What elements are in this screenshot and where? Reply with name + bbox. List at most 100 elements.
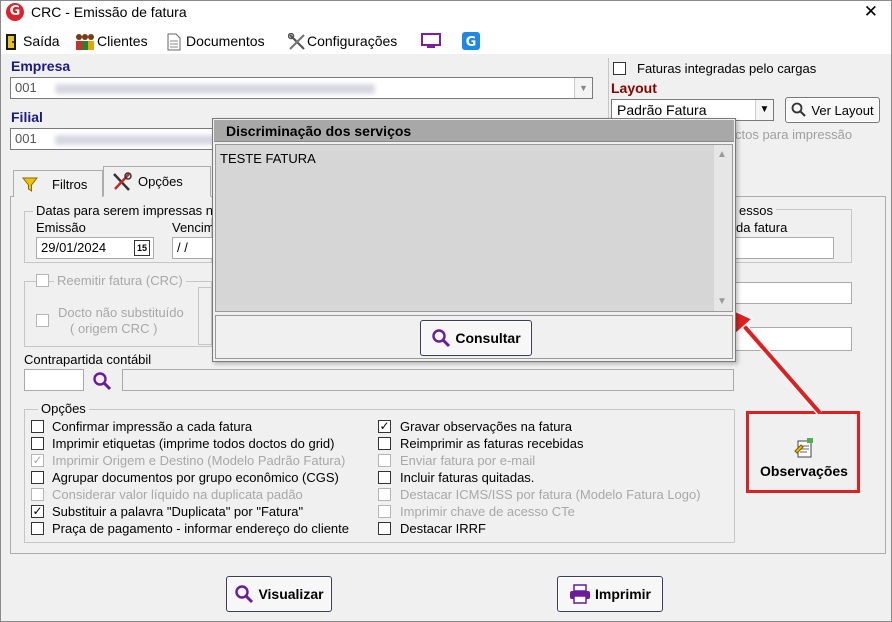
menu-configuracoes[interactable]: Configurações — [287, 31, 397, 51]
window-title: CRC - Emissão de fatura — [31, 4, 187, 20]
consultar-button[interactable]: Consultar — [420, 320, 532, 356]
opt-left-0-label: Confirmar impressão a cada fatura — [52, 419, 253, 434]
contrapartida-description — [122, 369, 734, 391]
opt-left-1-label: Imprimir etiquetas (imprime todos doctos… — [52, 436, 335, 451]
menu-saida-label: Saída — [23, 33, 60, 49]
arrow-annotation — [724, 305, 823, 416]
printer-icon — [569, 584, 590, 604]
app-logo-icon: G — [6, 3, 24, 21]
observacoes-label: Observações — [760, 463, 848, 479]
opt-left-1-checkbox[interactable] — [31, 437, 44, 450]
empresa-name-redacted — [55, 84, 375, 94]
opt-right-5-checkbox[interactable] — [378, 505, 391, 518]
reemitir-subgroup — [198, 287, 212, 345]
app-g-icon[interactable]: G — [462, 31, 480, 51]
opt-left-5-checkbox[interactable]: ✓ — [31, 505, 44, 518]
contrapartida-label: Contrapartida contábil — [24, 352, 152, 367]
visualizar-button[interactable]: Visualizar — [226, 576, 332, 612]
imprimir-label: Imprimir — [594, 586, 651, 602]
discriminacao-text: TESTE FATURA — [220, 151, 316, 166]
ver-layout-label: Ver Layout — [811, 102, 874, 118]
opt-right-2-checkbox[interactable] — [378, 454, 391, 467]
vencimento-value: / / — [177, 240, 188, 255]
faturas-integradas-checkbox[interactable] — [613, 62, 626, 75]
opt-right-4-label: Destacar ICMS/ISS por fatura (Modelo Fat… — [400, 487, 701, 502]
visualizar-label: Visualizar — [258, 586, 324, 602]
opt-left-6-label: Praça de pagamento - informar endereço d… — [52, 521, 350, 536]
svg-text:G: G — [466, 35, 477, 50]
layout-hidden-text: ctos para impressão — [735, 127, 853, 142]
processos-group-title: essos — [736, 203, 776, 218]
tab-opcoes[interactable]: Opções — [103, 166, 211, 197]
docto-line1: Docto não substituído — [58, 305, 184, 320]
menu-clientes[interactable]: Clientes — [74, 31, 148, 51]
docto-line2: ( origem CRC ) — [70, 321, 158, 336]
chevron-down-icon[interactable]: ▼ — [574, 78, 592, 98]
opt-left-6-checkbox[interactable] — [31, 522, 44, 535]
menu-documentos[interactable]: Documentos — [167, 31, 265, 51]
filial-code: 001 — [15, 131, 37, 146]
faturas-integradas-label: Faturas integradas pelo cargas — [637, 61, 817, 76]
vencimento-label: Vencim — [172, 220, 215, 235]
opt-left-2-label: Imprimir Origem e Destino (Modelo Padrão… — [52, 453, 346, 468]
consultar-label: Consultar — [455, 330, 521, 346]
reemitir-label: Reemitir fatura (CRC) — [54, 273, 186, 288]
opt-left-4-checkbox[interactable] — [31, 488, 44, 501]
notes-icon — [794, 438, 813, 458]
ver-layout-button[interactable]: Ver Layout — [785, 97, 880, 123]
scroll-up-icon[interactable]: ▲ — [717, 149, 727, 160]
contrapartida-code-input[interactable] — [24, 369, 84, 391]
close-icon[interactable]: ✕ — [864, 2, 878, 22]
opt-right-2-label: Enviar fatura por e-mail — [400, 453, 536, 468]
opt-right-3-checkbox[interactable] — [378, 471, 391, 484]
opt-left-3-checkbox[interactable] — [31, 471, 44, 484]
docto-nao-substituido-checkbox[interactable] — [36, 314, 49, 327]
opt-left-3-label: Agrupar documentos por grupo econômico (… — [52, 470, 339, 485]
layout-value: Padrão Fatura — [617, 102, 707, 118]
empresa-label: Empresa — [11, 58, 71, 74]
search-icon — [432, 329, 451, 348]
opcoes-group-title: Opções — [38, 401, 89, 416]
opt-right-0-label: Gravar observações na fatura — [400, 419, 572, 434]
tab-filtros[interactable]: Filtros — [13, 170, 103, 197]
menu-bar: Saída Clientes Documentos Configurações … — [0, 26, 892, 54]
calendar-icon[interactable]: 15 — [134, 240, 150, 256]
opt-left-0-checkbox[interactable] — [31, 420, 44, 433]
menu-saida[interactable]: Saída — [4, 31, 60, 51]
reemitir-checkbox[interactable] — [36, 274, 49, 287]
opt-right-1-checkbox[interactable] — [378, 437, 391, 450]
opt-left-4-label: Considerar valor líquido na duplicata pa… — [52, 487, 303, 502]
discriminacao-textarea[interactable]: TESTE FATURA ▲ ▼ — [215, 144, 733, 312]
empresa-combo[interactable]: 001 ▼ — [10, 77, 593, 99]
tab-opcoes-label: Opções — [138, 174, 183, 189]
exit-door-icon — [4, 33, 20, 50]
vencimento-date-input[interactable]: / / — [172, 237, 212, 259]
observacoes-button[interactable]: Observações — [752, 430, 856, 486]
opt-left-2-checkbox[interactable]: ✓ — [31, 454, 44, 467]
monitor-icon[interactable] — [421, 31, 441, 51]
emissao-label: Emissão — [36, 220, 86, 235]
document-icon — [167, 33, 183, 51]
chevron-down-icon[interactable]: ▼ — [755, 100, 773, 120]
opt-right-1-label: Reimprimir as faturas recebidas — [400, 436, 584, 451]
search-icon[interactable] — [92, 371, 112, 394]
right-field-1[interactable] — [736, 282, 852, 304]
tools-icon — [113, 171, 132, 191]
discriminacao-popup: Discriminação dos serviços TESTE FATURA … — [212, 118, 736, 362]
vertical-scrollbar[interactable]: ▲ ▼ — [714, 145, 732, 311]
opt-right-0-checkbox[interactable]: ✓ — [378, 420, 391, 433]
emissao-date-input[interactable]: 29/01/2024 15 — [36, 237, 154, 259]
filial-name-redacted — [55, 135, 215, 145]
opt-right-6-checkbox[interactable] — [378, 522, 391, 535]
filter-icon — [22, 177, 38, 192]
layout-label: Layout — [611, 80, 657, 96]
opt-left-5-label: Substituir a palavra "Duplicata" por "Fa… — [52, 504, 304, 519]
processos-input[interactable] — [736, 237, 834, 259]
imprimir-button[interactable]: Imprimir — [557, 576, 663, 612]
opt-right-3-label: Incluir faturas quitadas. — [400, 470, 535, 485]
popup-footer: Consultar — [215, 315, 733, 359]
opt-right-4-checkbox[interactable] — [378, 488, 391, 501]
filial-combo[interactable]: 001 — [10, 128, 220, 150]
search-icon — [792, 102, 807, 117]
scroll-down-icon[interactable]: ▼ — [717, 296, 727, 307]
